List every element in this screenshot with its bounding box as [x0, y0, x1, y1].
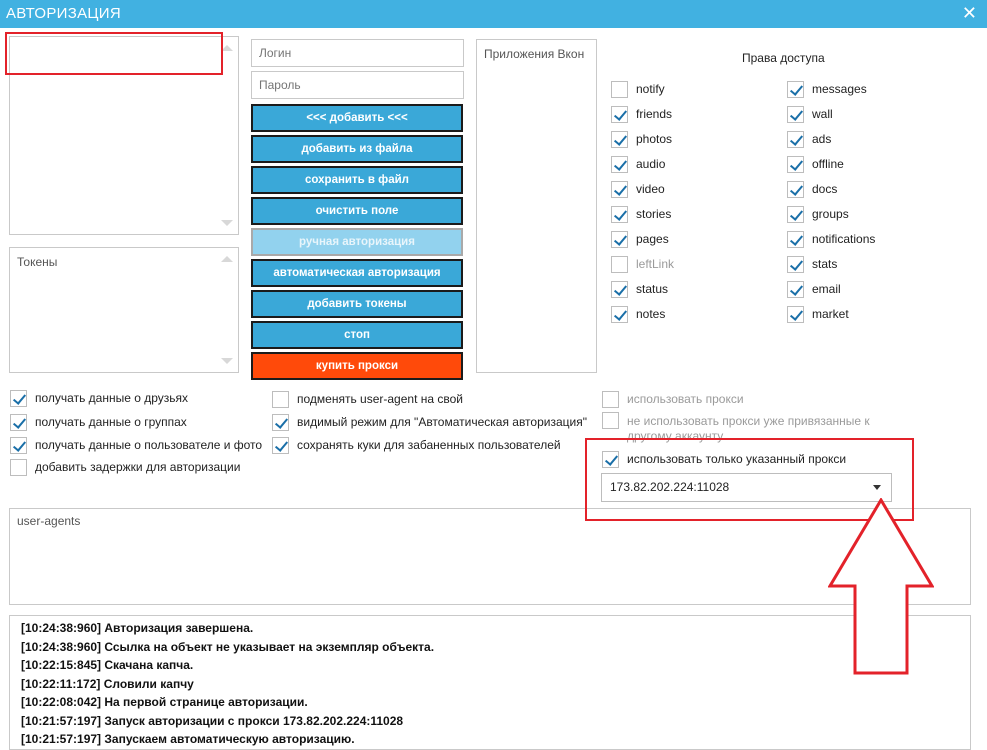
checkbox[interactable]: [787, 130, 804, 148]
perm-market[interactable]: market: [787, 304, 849, 324]
save-to-file-button[interactable]: сохранить в файл: [251, 166, 463, 194]
add-from-file-button[interactable]: добавить из файла: [251, 135, 463, 163]
log-line: [10:21:57:197] Запускаем автоматическую …: [21, 732, 355, 746]
checkbox[interactable]: [611, 180, 628, 198]
perm-ads[interactable]: ads: [787, 129, 831, 149]
checkbox[interactable]: [787, 80, 804, 98]
perm-photos[interactable]: photos: [611, 129, 672, 149]
checkbox[interactable]: [602, 412, 619, 429]
checkbox[interactable]: [787, 105, 804, 123]
checkbox[interactable]: [602, 450, 619, 468]
checkbox[interactable]: [611, 80, 628, 98]
perm-audio[interactable]: audio: [611, 154, 665, 174]
checkbox[interactable]: [787, 230, 804, 248]
perm-friends[interactable]: friends: [611, 104, 672, 124]
log-line: [10:24:38:960] Ссылка на объект не указы…: [21, 639, 435, 654]
useragents-label: user-agents: [17, 514, 81, 528]
option-get-groups[interactable]: получать данные о группах: [10, 412, 187, 432]
chevron-down-icon[interactable]: [873, 485, 881, 490]
perm-stories[interactable]: stories: [611, 204, 671, 224]
login-input[interactable]: [251, 39, 464, 67]
log-line: [10:22:08:042] На первой странице автори…: [21, 695, 308, 709]
perm-groups[interactable]: groups: [787, 204, 849, 224]
checkbox[interactable]: [272, 436, 289, 454]
add-tokens-button[interactable]: добавить токены: [251, 290, 463, 318]
perm-offline[interactable]: offline: [787, 154, 844, 174]
perm-pages[interactable]: pages: [611, 229, 669, 249]
checkbox[interactable]: [10, 458, 27, 476]
checkbox[interactable]: [272, 390, 289, 408]
clear-field-button[interactable]: очистить поле: [251, 197, 463, 225]
checkbox[interactable]: [10, 389, 27, 407]
proxy-select-value: 173.82.202.224:11028: [610, 480, 730, 494]
checkbox[interactable]: [10, 436, 27, 454]
apps-list[interactable]: Приложения Вкон: [476, 39, 597, 373]
checkbox[interactable]: [611, 280, 628, 298]
checkbox[interactable]: [611, 230, 628, 248]
checkbox[interactable]: [611, 130, 628, 148]
apps-list-label: Приложения Вкон: [484, 47, 585, 61]
log-line: [10:22:15:845] Скачана капча.: [21, 658, 194, 672]
checkbox[interactable]: [787, 280, 804, 298]
manual-auth-button[interactable]: ручная авторизация: [251, 228, 463, 256]
perm-notify[interactable]: notify: [611, 79, 665, 99]
option-use-proxy[interactable]: использовать прокси: [602, 389, 744, 409]
auto-auth-button[interactable]: автоматическая авторизация: [251, 259, 463, 287]
checkbox[interactable]: [272, 413, 289, 431]
checkbox[interactable]: [787, 305, 804, 323]
tokens-list-label: Токены: [17, 255, 58, 269]
window-title: АВТОРИЗАЦИЯ: [6, 5, 122, 22]
perm-notes[interactable]: notes: [611, 304, 665, 324]
option-replace-useragent[interactable]: подменять user-agent на свой: [272, 389, 463, 409]
scroll-up-icon[interactable]: [221, 256, 233, 262]
password-input[interactable]: [251, 71, 464, 99]
checkbox[interactable]: [787, 255, 804, 273]
checkbox[interactable]: [787, 180, 804, 198]
perm-docs[interactable]: docs: [787, 179, 837, 199]
checkbox[interactable]: [611, 255, 628, 273]
access-rights-title: Права доступа: [742, 51, 825, 65]
option-only-specified-proxy[interactable]: использовать только указанный прокси: [602, 449, 846, 469]
log-panel: [10:24:38:960] Авторизация завершена. [1…: [9, 615, 971, 750]
perm-wall[interactable]: wall: [787, 104, 833, 124]
log-line: [10:24:38:960] Авторизация завершена.: [21, 621, 254, 635]
perm-notifications[interactable]: notifications: [787, 229, 875, 249]
scroll-down-icon[interactable]: [221, 220, 233, 226]
perm-video[interactable]: video: [611, 179, 665, 199]
add-button[interactable]: <<< добавить <<<: [251, 104, 463, 132]
option-visible-mode[interactable]: видимый режим для "Автоматическая автори…: [272, 412, 587, 432]
checkbox[interactable]: [787, 205, 804, 223]
log-line: [10:22:11:172] Словили капчу: [21, 676, 194, 691]
scroll-up-icon[interactable]: [221, 45, 233, 51]
option-add-delays[interactable]: добавить задержки для авторизации: [10, 457, 240, 477]
useragents-field[interactable]: user-agents: [9, 508, 971, 605]
checkbox[interactable]: [602, 390, 619, 408]
stop-button[interactable]: стоп: [251, 321, 463, 349]
checkbox[interactable]: [10, 413, 27, 431]
perm-email[interactable]: email: [787, 279, 841, 299]
close-icon[interactable]: ✕: [962, 3, 977, 24]
option-save-cookies[interactable]: сохранять куки для забаненных пользовате…: [272, 435, 561, 455]
perm-leftlink[interactable]: leftLink: [611, 254, 674, 274]
checkbox[interactable]: [611, 155, 628, 173]
buy-proxy-button[interactable]: купить прокси: [251, 352, 463, 380]
accounts-list[interactable]: [9, 36, 239, 235]
checkbox[interactable]: [611, 205, 628, 223]
log-line: [10:21:57:197] Запуск авторизации с прок…: [21, 713, 404, 728]
checkbox[interactable]: [787, 155, 804, 173]
option-get-user-photo[interactable]: получать данные о пользователе и фото: [10, 435, 262, 455]
checkbox[interactable]: [611, 305, 628, 323]
title-bar: АВТОРИЗАЦИЯ ✕: [0, 0, 987, 28]
checkbox[interactable]: [611, 105, 628, 123]
proxy-select[interactable]: 173.82.202.224:11028: [601, 473, 892, 502]
perm-status[interactable]: status: [611, 279, 668, 299]
option-no-bound-proxy[interactable]: не использовать прокси уже привязанные к…: [602, 412, 882, 446]
perm-stats[interactable]: stats: [787, 254, 837, 274]
perm-messages[interactable]: messages: [787, 79, 867, 99]
option-get-friends[interactable]: получать данные о друзьях: [10, 388, 188, 408]
scroll-down-icon[interactable]: [221, 358, 233, 364]
tokens-list[interactable]: Токены: [9, 247, 239, 373]
